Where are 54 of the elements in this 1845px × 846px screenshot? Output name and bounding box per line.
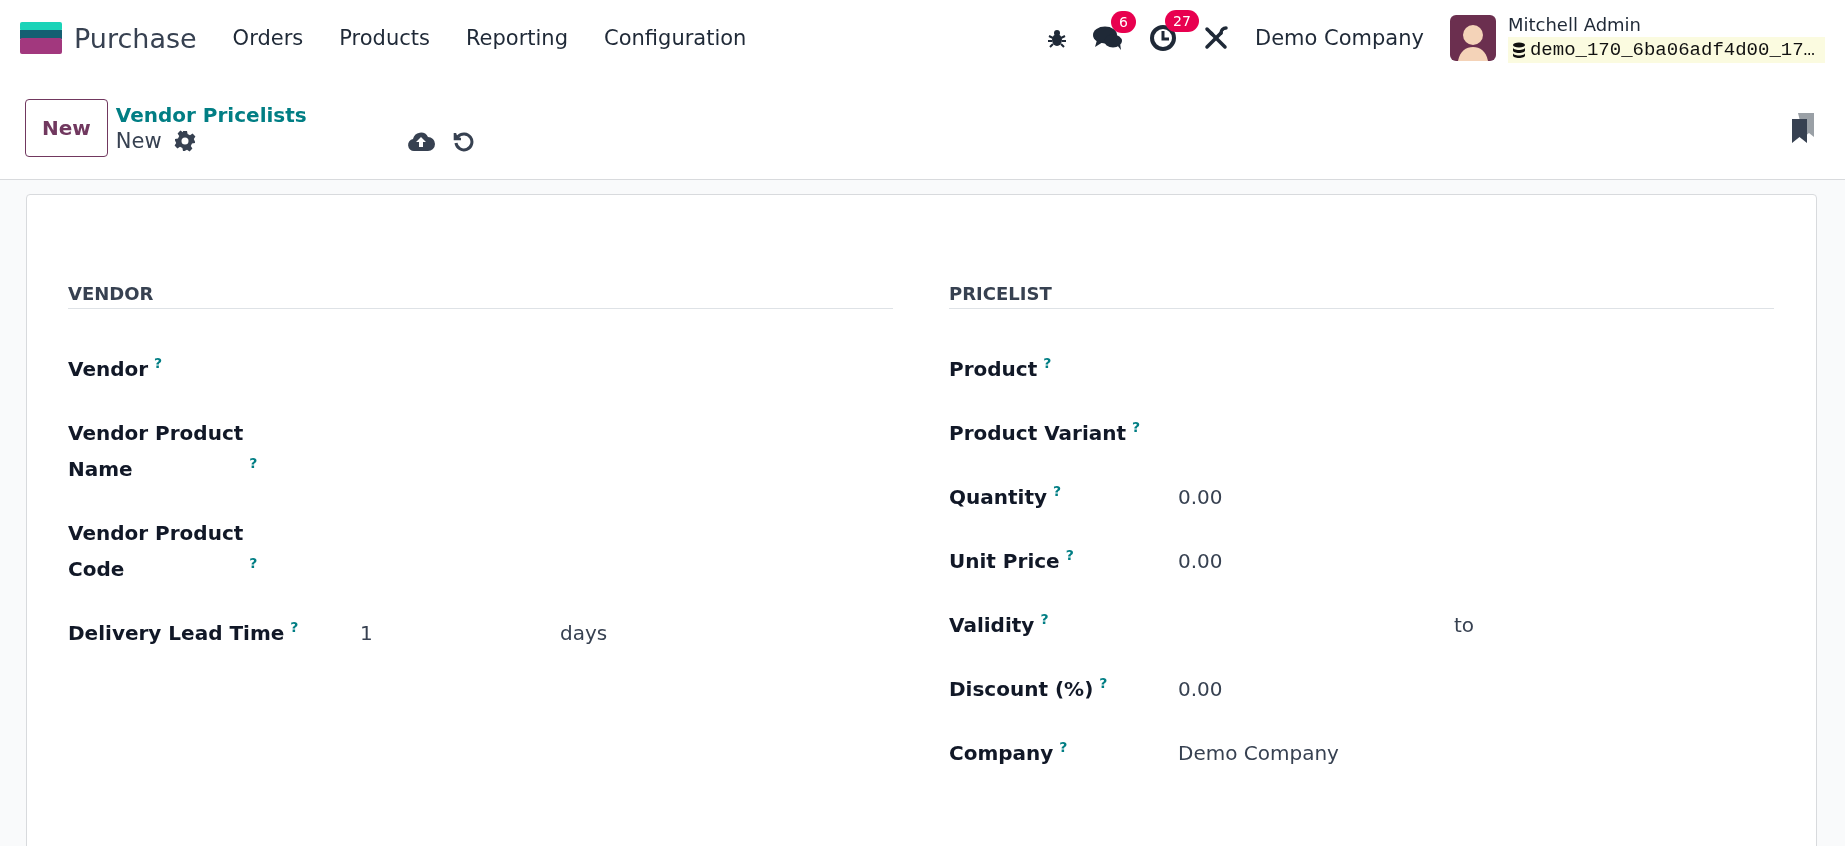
field-label: Quantity [949, 484, 1047, 511]
field-label: Vendor Product Code [68, 520, 244, 583]
field-value[interactable]: 0.00 [1178, 479, 1223, 515]
field-label: Company [949, 740, 1054, 767]
field-label: Vendor Product Name [68, 420, 244, 483]
avatar-icon[interactable] [1449, 15, 1496, 61]
help-tooltip[interactable]: ? [1043, 355, 1052, 372]
help-tooltip[interactable]: ? [1132, 419, 1141, 436]
menu-item[interactable]: Configuration [586, 18, 765, 58]
help-tooltip[interactable]: ? [1053, 483, 1062, 500]
help-tooltip[interactable]: ? [1040, 611, 1049, 628]
range-separator: to [1454, 612, 1475, 639]
help-tooltip[interactable]: ? [154, 355, 163, 372]
field-label: Unit Price [949, 548, 1060, 575]
help-tooltip[interactable]: ? [1059, 739, 1068, 756]
field-value[interactable]: 0.00 [1178, 543, 1223, 579]
chat-icon[interactable] [1092, 25, 1123, 51]
field-label: Validity [949, 612, 1035, 639]
menu-item[interactable]: Products [321, 18, 448, 58]
database-name[interactable]: demo_170_6ba06adf4d00_17… [1507, 36, 1825, 63]
app-name[interactable]: Purchase [74, 22, 197, 54]
help-tooltip[interactable]: ? [1099, 675, 1108, 692]
menu-item[interactable]: Orders [214, 18, 322, 58]
section-title: VENDOR [68, 283, 893, 309]
field-label: Vendor [68, 356, 149, 383]
field-label: Product Variant [949, 420, 1127, 447]
help-tooltip[interactable]: ? [249, 455, 258, 472]
field-label: Discount (%) [949, 676, 1094, 703]
field-label: Delivery Lead Time [68, 620, 285, 647]
bookmarks-icon[interactable] [1791, 112, 1815, 143]
app-logo-icon[interactable] [20, 22, 62, 54]
menu-item[interactable]: Reporting [447, 18, 586, 58]
bug-icon[interactable] [1046, 28, 1067, 48]
clock-icon[interactable] [1148, 24, 1177, 52]
field-value[interactable]: Demo Company [1178, 735, 1339, 771]
field-value[interactable]: 0.00 [1178, 671, 1223, 707]
new-button[interactable]: New [25, 98, 108, 157]
settings-icon[interactable] [173, 129, 196, 152]
database-icon [1511, 41, 1526, 58]
breadcrumb-link[interactable]: Vendor Pricelists [115, 102, 307, 127]
record-title: New [115, 128, 162, 153]
field-value[interactable]: 1 [360, 621, 373, 645]
notification-badge: 27 [1164, 10, 1199, 32]
help-tooltip[interactable]: ? [249, 555, 258, 572]
section-title: PRICELIST [949, 283, 1774, 309]
help-tooltip[interactable]: ? [1065, 547, 1074, 564]
cloud-upload-icon[interactable] [406, 130, 435, 152]
unit-label: days [560, 620, 608, 647]
field-label: Product [949, 356, 1038, 383]
user-name[interactable]: Mitchell Admin [1507, 13, 1825, 35]
company-name[interactable]: Demo Company [1254, 26, 1424, 50]
help-tooltip[interactable]: ? [290, 619, 299, 636]
undo-icon[interactable] [452, 130, 475, 152]
notification-badge: 6 [1110, 11, 1136, 33]
